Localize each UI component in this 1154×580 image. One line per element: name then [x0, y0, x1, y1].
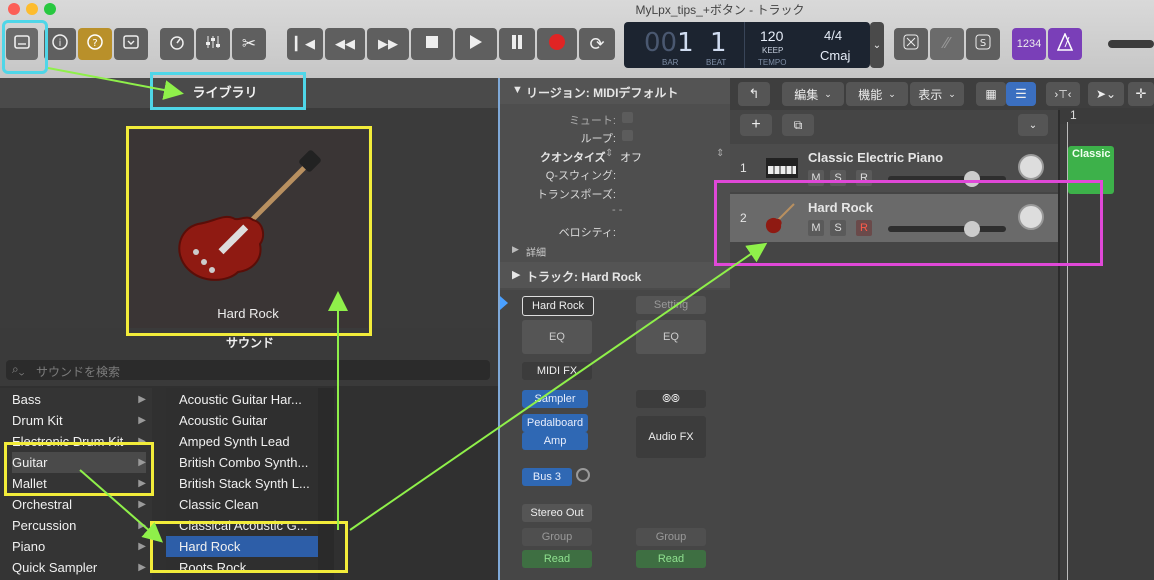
- annotation-arrow: [349, 242, 768, 531]
- annotation-arrow: [47, 67, 184, 100]
- annotation-arrow: [79, 469, 164, 543]
- annotation-arrows: [47, 67, 768, 543]
